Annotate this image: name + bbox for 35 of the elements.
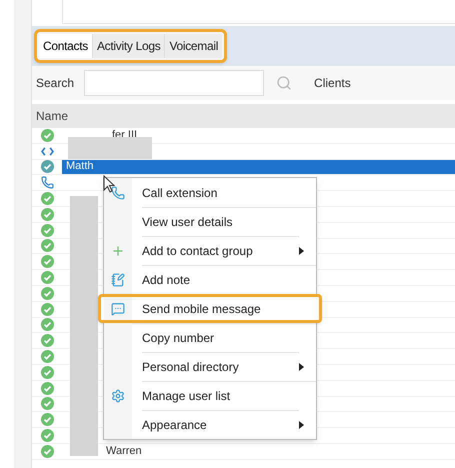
contact-row[interactable]: Matth xyxy=(32,160,455,176)
menu-item-label: Call extension xyxy=(142,184,218,202)
plus-icon xyxy=(111,244,125,258)
menu-item[interactable]: Personal directory xyxy=(104,352,316,381)
phone-icon xyxy=(40,176,54,190)
contact-name: Warren xyxy=(106,446,142,457)
menu-item[interactable]: Copy number xyxy=(104,323,316,352)
available-status-icon xyxy=(40,160,54,174)
search-field[interactable] xyxy=(84,70,264,96)
column-header[interactable]: Name xyxy=(36,107,68,125)
menu-item-label: Appearance xyxy=(142,410,299,439)
menu-item[interactable]: Add to contact group xyxy=(104,236,316,265)
arrows-icon xyxy=(40,146,54,156)
phone-icon xyxy=(111,186,125,200)
menu-item[interactable]: Appearance xyxy=(104,410,316,439)
tab[interactable]: Activity Logs xyxy=(92,34,164,58)
menu-item-label: View user details xyxy=(142,207,316,236)
note-icon xyxy=(111,272,125,286)
menu-item[interactable]: View user details xyxy=(104,207,316,236)
menu-item-label: Add to contact group xyxy=(142,236,299,265)
menu-item-label: Send mobile message xyxy=(142,300,262,318)
contact-name: Matth xyxy=(66,161,94,172)
settings-icon xyxy=(111,388,125,402)
menu-item-label: Copy number xyxy=(142,323,316,352)
menu-item-label: Manage user list xyxy=(142,381,316,410)
tab[interactable]: Contacts xyxy=(39,34,92,58)
menu-item[interactable]: Send mobile message xyxy=(98,294,322,323)
menu-item-label: Personal directory xyxy=(142,352,299,381)
chat-icon xyxy=(111,302,125,316)
filter-label: Clients xyxy=(314,75,351,92)
menu-item[interactable]: Manage user list xyxy=(104,381,316,410)
search-icon[interactable] xyxy=(276,75,292,91)
search-label: Search xyxy=(36,75,74,92)
available-status-icon xyxy=(40,128,54,142)
tab[interactable]: Voicemail xyxy=(164,34,222,58)
